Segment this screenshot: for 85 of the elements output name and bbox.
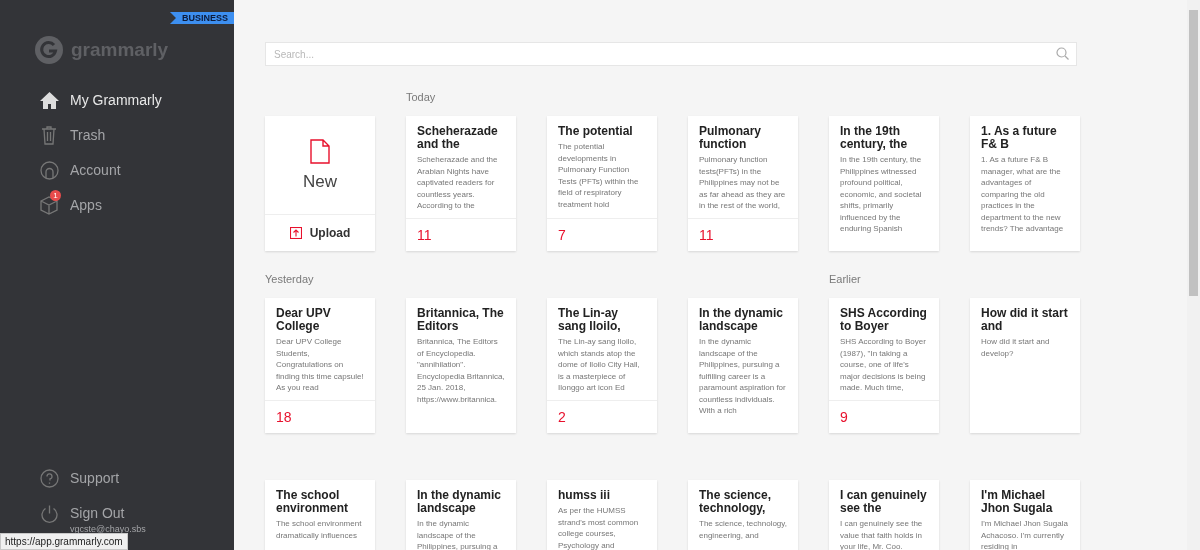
- document-card[interactable]: In the 19th century, the In the 19th century, the Philippines witnessed profound political, economic, and societal shifts, primarily influenced by the enduring Spanish: [829, 116, 939, 251]
- document-card[interactable]: Dear UPV College Dear UPV College Students, Congratulations on finding this time capsule! As you read 18: [265, 298, 375, 433]
- nav-item[interactable]: Sign Out: [38, 501, 234, 525]
- document-title: In the dynamic landscape: [417, 489, 503, 515]
- document-title: In the 19th century, the: [840, 125, 909, 151]
- document-excerpt: The Lin-ay sang Iloilo, which stands atop the dome of Iloilo City Hall, is a masterpiece of Ilonggo art icon Ed: [558, 336, 641, 394]
- power-icon: [39, 503, 59, 523]
- issue-count: 11: [688, 218, 798, 251]
- document-card[interactable]: Scheherazade and the Scheherazade and the Arabian Nights have captivated readers for countless years. According to the 11: [406, 116, 516, 251]
- document-excerpt: The school environment dramatically influences: [276, 518, 363, 541]
- document-excerpt: I can genuinely see the value that faith holds in your life, Mr. Coo.: [840, 518, 924, 550]
- document-title: SHS According to Boyer: [840, 307, 928, 333]
- document-title: Scheherazade and the: [417, 125, 499, 151]
- document-title: Britannica, The Editors: [417, 307, 505, 333]
- help-icon: [39, 468, 59, 488]
- issue-count: 2: [547, 400, 657, 433]
- document-title: I can genuinely see the: [840, 489, 928, 515]
- document-excerpt: 1. As a future F& B manager, what are the advantages of comparing the old practices in the department to the new trends? The advantage: [981, 154, 1065, 235]
- document-icon: [310, 138, 330, 164]
- section-heading: Today: [406, 91, 436, 103]
- upload-button[interactable]: Upload: [265, 215, 375, 251]
- document-card[interactable]: humss iii As per the HUMSS strand's most common college courses, Psychology and: [547, 480, 657, 550]
- nav-item[interactable]: 1 Apps: [38, 193, 234, 217]
- nav-item[interactable]: Support: [38, 466, 234, 490]
- document-excerpt: Scheherazade and the Arabian Nights have captivated readers for countless years. According to the: [417, 154, 499, 212]
- new-document-card[interactable]: New Upload: [265, 116, 375, 251]
- nav-item[interactable]: Trash: [38, 123, 234, 147]
- document-title: The science, technology,: [699, 489, 773, 515]
- plan-ribbon: BUSINESS: [170, 12, 234, 24]
- search-field[interactable]: Search...: [265, 42, 1077, 66]
- document-excerpt: In the 19th century, the Philippines witnessed profound political, economic, and societal shifts, primarily influenced by the enduring Spanish: [840, 154, 923, 235]
- document-excerpt: Dear UPV College Students, Congratulations on finding this time capsule! As you read: [276, 336, 364, 394]
- document-card[interactable]: The science, technology, The science, technology, engineering, and: [688, 480, 798, 550]
- document-card[interactable]: 1. As a future F& B 1. As a future F& B manager, what are the advantages of comparing the old practices in the department to the new trends? The advantage: [970, 116, 1080, 251]
- document-title: 1. As a future F& B: [981, 125, 1058, 151]
- new-label: New: [303, 171, 337, 192]
- document-excerpt: In the dynamic landscape of the Philippines, pursuing a: [417, 518, 499, 550]
- document-title: How did it start and: [981, 307, 1069, 333]
- issue-count: 7: [547, 218, 657, 251]
- document-card[interactable]: I'm Michael Jhon Sugala I'm Michael Jhon Sugala Achacoso. I'm currently residing in: [970, 480, 1080, 550]
- nav-item[interactable]: Account: [38, 158, 234, 182]
- document-title: humss iii: [558, 489, 611, 502]
- document-card[interactable]: In the dynamic landscape In the dynamic landscape of the Philippines, pursuing a: [406, 480, 516, 550]
- document-card[interactable]: How did it start and How did it start and develop?: [970, 298, 1080, 433]
- document-excerpt: Britannica, The Editors of Encyclopedia. "annihilation". Encyclopedia Britannica, 25 Jan. 2018, https://www.britannica.: [417, 336, 505, 405]
- document-excerpt: In the dynamic landscape of the Philippines, pursuing a fulfilling career is a paramount aspiration for countless individuals. With a rich: [699, 336, 787, 417]
- document-excerpt: How did it start and develop?: [981, 336, 1051, 359]
- document-title: Dear UPV College: [276, 307, 332, 333]
- scrollbar[interactable]: [1187, 0, 1200, 550]
- user-email: vgcste@chayo.sbs: [70, 524, 147, 534]
- document-card[interactable]: The school environment The school environment dramatically influences: [265, 480, 375, 550]
- issue-count: 18: [265, 400, 375, 433]
- document-excerpt: I'm Michael Jhon Sugala Achacoso. I'm currently residing in: [981, 518, 1069, 550]
- document-title: The potential: [558, 125, 634, 138]
- document-card[interactable]: Britannica, The Editors Britannica, The Editors of Encyclopedia. "annihilation". Encyclopedia Britannica, 25 Jan. 2018, https://www.britannica.: [406, 298, 516, 433]
- document-title: Pulmonary function: [699, 125, 762, 151]
- search-icon: [1056, 47, 1069, 60]
- home-icon: [38, 90, 60, 110]
- notification-badge: 1: [50, 190, 61, 201]
- document-card[interactable]: Pulmonary function Pulmonary function tests(PFTs) in the Philippines may not be as far ahead as they are in the rest of the world, 11: [688, 116, 798, 251]
- logo-icon: [35, 36, 63, 64]
- document-title: I'm Michael Jhon Sugala: [981, 489, 1054, 515]
- document-excerpt: SHS According to Boyer (1987), "In taking a course, one of life's major decisions is being made. Much time,: [840, 336, 927, 394]
- document-excerpt: Pulmonary function tests(PFTs) in the Philippines may not be as far ahead as they are in the rest of the world,: [699, 154, 787, 212]
- issue-count: 9: [829, 400, 939, 433]
- document-title: The Lin-ay sang Iloilo,: [558, 307, 622, 333]
- issue-count: 11: [406, 218, 516, 251]
- section-heading: Yesterday: [265, 273, 314, 285]
- document-card[interactable]: The Lin-ay sang Iloilo, The Lin-ay sang Iloilo, which stands atop the dome of Iloilo City Hall, is a masterpiece of Ilonggo art icon Ed 2: [547, 298, 657, 433]
- upload-icon: [289, 227, 302, 239]
- document-title: In the dynamic landscape: [699, 307, 785, 333]
- document-title: The school environment: [276, 489, 349, 515]
- document-card[interactable]: The potential The potential developments in Pulmonary Function Tests (PFTs) within the field of respiratory treatment hold 7: [547, 116, 657, 251]
- nav-item[interactable]: My Grammarly: [38, 88, 234, 112]
- trash-icon: [41, 125, 57, 145]
- document-excerpt: The potential developments in Pulmonary Function Tests (PFTs) within the field of respiratory treatment hold: [558, 141, 640, 210]
- section-heading: Earlier: [829, 273, 861, 285]
- document-excerpt: As per the HUMSS strand's most common college courses, Psychology and: [558, 505, 640, 550]
- document-card[interactable]: I can genuinely see the I can genuinely see the value that faith holds in your life, Mr. Coo.: [829, 480, 939, 550]
- box-icon: [39, 195, 59, 215]
- account-icon: [39, 160, 59, 180]
- status-url: https://app.grammarly.com: [0, 533, 128, 550]
- document-card[interactable]: SHS According to Boyer SHS According to Boyer (1987), "In taking a course, one of life's major decisions is being made. Much time, 9: [829, 298, 939, 433]
- document-excerpt: The science, technology, engineering, and: [699, 518, 787, 541]
- document-card[interactable]: In the dynamic landscape In the dynamic landscape of the Philippines, pursuing a fulfilling career is a paramount aspiration for countless individuals. With a rich: [688, 298, 798, 433]
